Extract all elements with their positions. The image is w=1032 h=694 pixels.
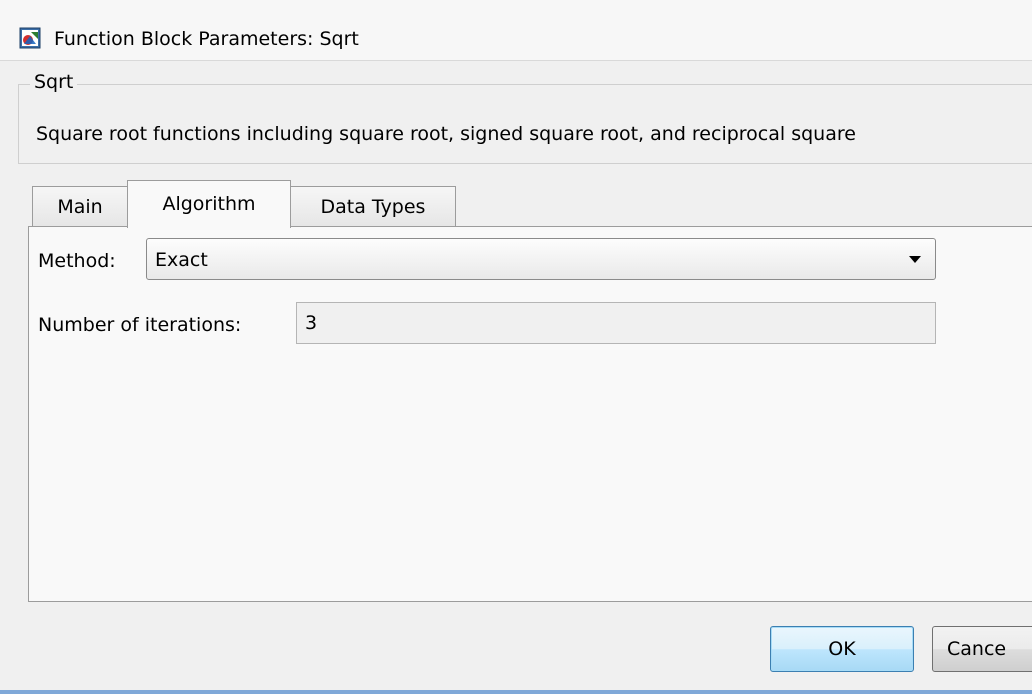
method-dropdown[interactable]: Exact xyxy=(146,238,936,280)
window-bottom-border xyxy=(0,690,1032,694)
tab-main-label: Main xyxy=(57,196,103,218)
tab-algorithm-label: Algorithm xyxy=(162,193,256,215)
method-dropdown-value: Exact xyxy=(155,249,208,271)
dialog-window: Function Block Parameters: Sqrt Sqrt Squ… xyxy=(0,0,1032,694)
window-title: Function Block Parameters: Sqrt xyxy=(54,28,359,50)
tab-data-types-label: Data Types xyxy=(320,196,426,218)
tab-algorithm[interactable]: Algorithm xyxy=(127,180,291,228)
simulink-block-icon xyxy=(19,27,41,49)
method-label: Method: xyxy=(38,250,116,272)
tab-data-types[interactable]: Data Types xyxy=(290,186,456,226)
iterations-field[interactable] xyxy=(296,302,936,344)
title-bar[interactable]: Function Block Parameters: Sqrt xyxy=(0,0,1032,61)
tab-main[interactable]: Main xyxy=(32,186,128,226)
ok-button[interactable]: OK xyxy=(770,626,914,672)
chevron-down-icon xyxy=(909,256,921,263)
group-legend: Sqrt xyxy=(30,70,78,94)
block-description: Square root functions including square r… xyxy=(36,123,856,145)
cancel-button[interactable]: Cance xyxy=(932,626,1032,672)
iterations-label: Number of iterations: xyxy=(38,314,242,336)
algorithm-tab-panel xyxy=(28,226,1032,602)
